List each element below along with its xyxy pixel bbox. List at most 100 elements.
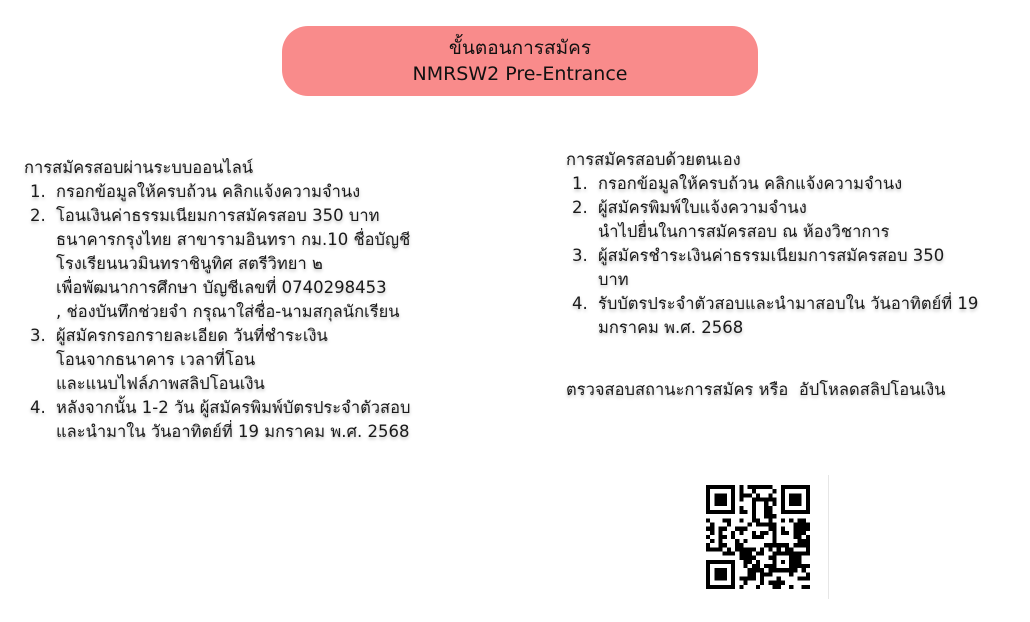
qr-module [714,559,719,565]
qr-module [797,497,802,502]
qr-module [730,580,736,585]
qr-module [714,547,719,552]
qr-module [780,543,786,548]
qr-module [805,485,810,490]
qr-module [797,509,802,515]
qr-module [793,568,798,573]
qr-module [772,489,777,494]
qr-module [789,584,794,589]
qr-module [805,539,810,544]
qr-module [780,551,786,556]
offline-step-1: 1. กรอกข้อมูลให้ครบถ้วน คลิกแจ้งความจำนง [566,172,1016,196]
page-title-banner: ขั้นตอนการสมัคร NMRSW2 Pre-Entrance [282,26,758,96]
upload-slip-link[interactable]: อัปโหลดสลิปโอนเงิน [799,380,946,399]
qr-module [760,497,765,502]
qr-module [805,564,810,569]
or-label: หรือ [758,380,789,399]
step-number: 3. [30,326,46,345]
qr-module [710,509,715,515]
online-step-4: 4. หลังจากนั้น 1-2 วัน ผู้สมัครพิมพ์บัตร… [24,396,494,444]
qr-module [755,518,761,523]
qr-module [764,572,769,577]
qr-module [718,576,723,581]
offline-registration-title: การสมัครสอบด้วยตนเอง [566,150,741,169]
qr-module [755,564,761,569]
qr-module [764,564,769,569]
qr-module [793,509,798,515]
qr-module [797,534,802,540]
step-number: 1. [30,182,46,201]
qr-module [772,501,777,506]
qr-module [772,568,777,573]
qr-module [772,543,777,548]
qr-module [764,543,769,548]
qr-module [714,509,719,515]
step-text: นำไปยื่นในการสมัครสอบ ณ ห้องวิชาการ [598,222,890,241]
qr-module [768,564,773,569]
qr-module [730,505,736,510]
qr-module [764,530,769,535]
qr-module [789,493,794,498]
qr-module [760,568,765,573]
offline-step-2: 2. ผู้สมัครพิมพ์ใบแจ้งความจำนง นำไปยื่นใ… [566,196,1016,244]
qr-module [789,501,794,506]
qr-module [789,572,794,577]
qr-module [739,576,744,581]
qr-module [785,568,790,573]
qr-module [706,543,711,548]
online-step-1: 1. กรอกข้อมูลให้ครบถ้วน คลิกแจ้งความจำนง [24,180,494,204]
step-text: โรงเรียนนวมินทราชินูทิศ สตรีวิทยา ๒ [56,254,323,273]
qr-module [805,576,810,581]
qr-module [776,551,781,556]
qr-module [764,514,769,519]
qr-module [730,572,736,577]
qr-module [760,534,765,540]
qr-module [710,485,715,490]
qr-module [747,493,752,498]
step-number: 4. [30,398,46,417]
qr-module [797,555,802,560]
qr-module [760,572,765,577]
qr-module [793,497,798,502]
qr-module [793,543,798,548]
qr-module [730,485,736,490]
qr-module [718,572,723,577]
qr-module [722,559,727,565]
check-status-link[interactable]: ตรวจสอบสถานะการสมัคร [566,380,753,399]
qr-module [797,526,802,531]
qr-module [730,564,736,569]
qr-module [706,526,711,531]
qr-code[interactable] [700,475,829,599]
qr-module [714,485,719,490]
qr-module [714,572,719,577]
qr-module [751,572,756,577]
qr-module [793,526,798,531]
step-text: กรอกข้อมูลให้ครบถ้วน คลิกแจ้งความจำนง [598,174,903,193]
qr-module [751,497,756,502]
online-step-3: 3. ผู้สมัครกรอกรายละเอียด วันที่ชำระเงิน… [24,324,494,396]
qr-module [776,576,781,581]
step-text: และแนบไฟล์ภาพสลิปโอนเงิน [56,374,265,393]
qr-module [714,493,719,498]
qr-module [718,559,723,565]
qr-module [726,485,731,490]
qr-module [747,485,752,490]
qr-module [739,505,744,510]
qr-module [722,485,727,490]
qr-module [801,539,806,544]
qr-module [805,584,810,589]
qr-module [706,489,711,494]
qr-module [801,509,806,515]
qr-module [743,493,748,498]
qr-module [793,551,798,556]
status-links: ตรวจสอบสถานะการสมัคร หรือ อัปโหลดสลิปโอน… [566,378,945,402]
qr-module [785,543,790,548]
qr-module [755,551,761,556]
step-text: ธนาคารกรุงไทย สาขารามอินทรา กม.10 ชื่อบั… [56,230,411,249]
qr-module [735,547,740,552]
qr-module [780,559,786,565]
qr-module [793,501,798,506]
qr-module [706,547,711,552]
qr-module [710,522,715,527]
qr-module [755,534,761,540]
